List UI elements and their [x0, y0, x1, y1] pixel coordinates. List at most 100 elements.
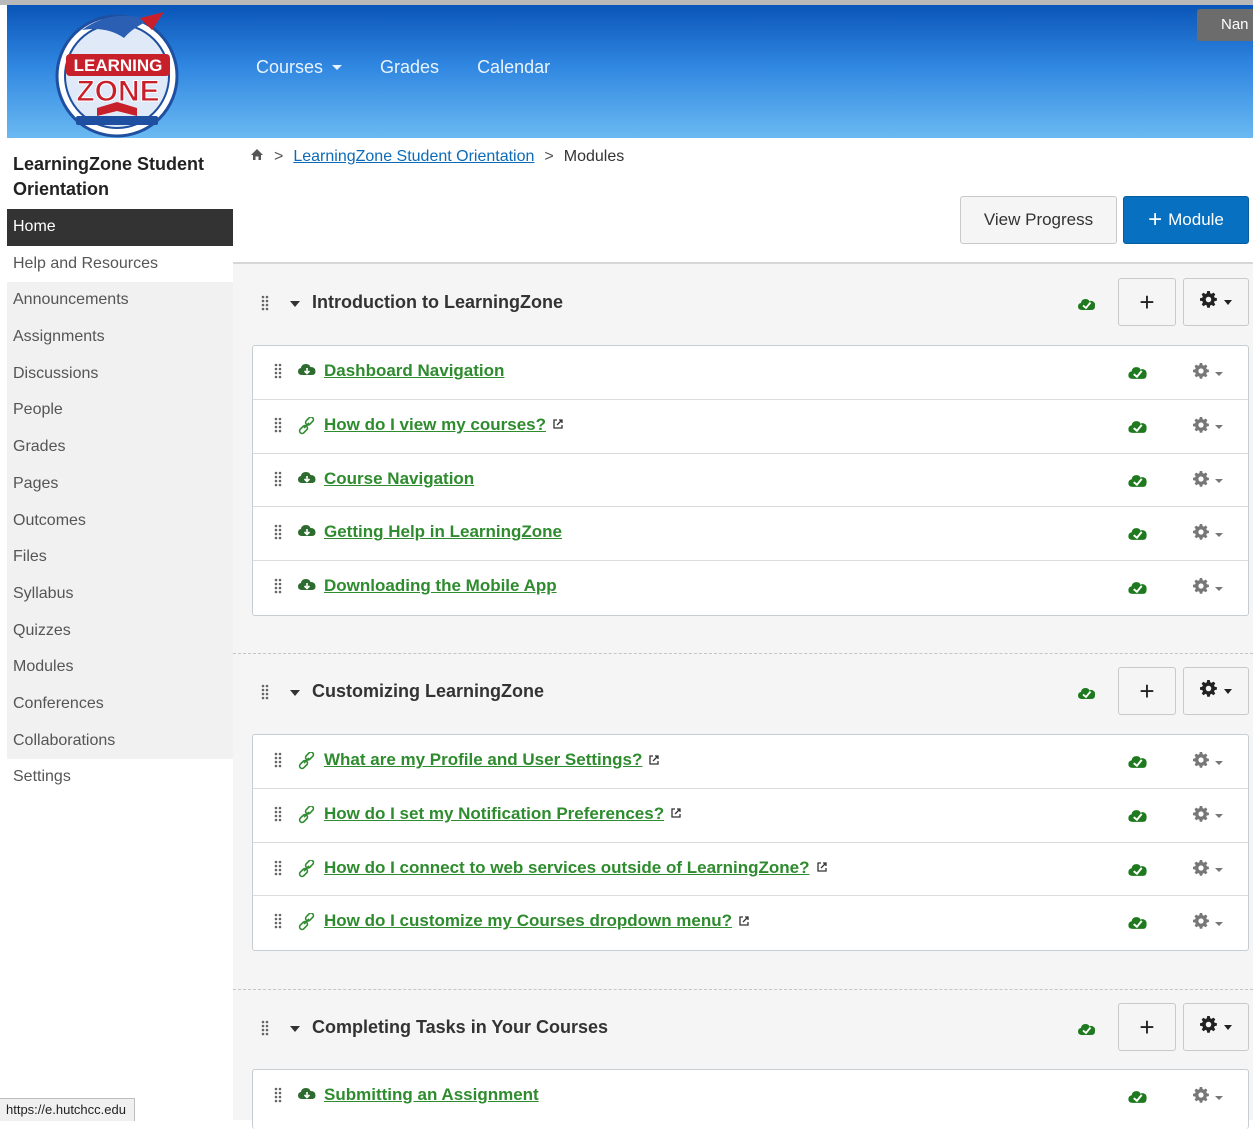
drag-handle-icon[interactable] [274, 806, 282, 827]
chevron-down-icon [1224, 299, 1232, 305]
nav-calendar[interactable]: Calendar [477, 57, 550, 78]
add-item-button[interactable]: + [1118, 1003, 1176, 1051]
published-check-icon[interactable] [1128, 754, 1148, 774]
external-link-icon [552, 415, 564, 435]
module-item-link[interactable]: How do I view my courses? [324, 415, 564, 436]
item-settings-button[interactable] [1193, 524, 1223, 545]
user-menu-tab[interactable]: Nan [1197, 9, 1253, 41]
module-item-label: Course Navigation [324, 468, 475, 488]
sidebar-item-syllabus[interactable]: Syllabus [7, 575, 233, 613]
chevron-down-icon [1215, 479, 1223, 484]
published-check-icon[interactable] [1128, 808, 1148, 828]
drag-handle-icon[interactable] [274, 913, 282, 934]
published-check-icon[interactable] [1128, 526, 1148, 546]
drag-handle-icon[interactable] [261, 684, 269, 705]
drag-handle-icon[interactable] [261, 295, 269, 316]
published-check-icon[interactable] [1078, 297, 1096, 316]
learningzone-logo[interactable]: LEARNING ZONE [52, 8, 182, 138]
nav-courses[interactable]: Courses [256, 57, 343, 78]
module-title[interactable]: Customizing LearningZone [312, 681, 544, 702]
sidebar-item-conferences[interactable]: Conferences [7, 685, 233, 723]
module-item-link[interactable]: Downloading the Mobile App [324, 576, 557, 596]
module-item-label: Getting Help in LearningZone [324, 522, 562, 542]
published-check-icon[interactable] [1128, 862, 1148, 882]
sidebar-item-discussions[interactable]: Discussions [7, 355, 233, 393]
published-check-icon[interactable] [1128, 580, 1148, 600]
module-title[interactable]: Completing Tasks in Your Courses [312, 1017, 608, 1038]
module-settings-button[interactable] [1183, 667, 1249, 715]
view-progress-label: View Progress [983, 210, 1094, 229]
drag-handle-icon[interactable] [274, 417, 282, 438]
gear-icon [1200, 680, 1217, 702]
collapse-toggle-icon[interactable] [290, 1026, 300, 1032]
sidebar-item-modules[interactable]: Modules [7, 649, 233, 686]
module-item-label: Downloading the Mobile App [324, 576, 557, 596]
drag-handle-icon[interactable] [274, 1087, 282, 1108]
user-name: Nan [1221, 16, 1249, 33]
nav-grades[interactable]: Grades [380, 57, 439, 78]
sidebar-item-outcomes[interactable]: Outcomes [7, 502, 233, 540]
item-settings-button[interactable] [1193, 1087, 1223, 1108]
published-check-icon[interactable] [1078, 1022, 1096, 1041]
sidebar-item-assignments[interactable]: Assignments [7, 319, 233, 356]
link-icon [297, 416, 317, 440]
collapse-toggle-icon[interactable] [290, 301, 300, 307]
module-item-link[interactable]: Getting Help in LearningZone [324, 522, 562, 542]
drag-handle-icon[interactable] [274, 363, 282, 384]
course-title[interactable]: LearningZone Student Orientation [7, 138, 233, 199]
view-progress-button[interactable]: View Progress [960, 196, 1117, 244]
module-item-link[interactable]: Dashboard Navigation [324, 361, 504, 381]
sidebar-item-grades[interactable]: Grades [7, 429, 233, 466]
module-item-link[interactable]: How do I customize my Courses dropdown m… [324, 911, 750, 932]
sidebar-item-announcements[interactable]: Announcements [7, 282, 233, 320]
gear-icon [1193, 416, 1209, 438]
item-settings-button[interactable] [1193, 578, 1223, 599]
published-check-icon[interactable] [1128, 419, 1148, 439]
drag-handle-icon[interactable] [274, 471, 282, 492]
svg-text:LEARNING: LEARNING [74, 56, 163, 75]
published-check-icon[interactable] [1128, 1089, 1148, 1109]
published-check-icon[interactable] [1128, 365, 1148, 385]
drag-handle-icon[interactable] [261, 1020, 269, 1041]
sidebar-item-people[interactable]: People [7, 392, 233, 430]
sidebar-item-settings[interactable]: Settings [7, 759, 233, 796]
item-settings-button[interactable] [1193, 470, 1223, 492]
drag-handle-icon[interactable] [274, 752, 282, 773]
drag-handle-icon[interactable] [274, 860, 282, 881]
drag-handle-icon[interactable] [274, 578, 282, 599]
sidebar-item-quizzes[interactable]: Quizzes [7, 612, 233, 650]
item-settings-button[interactable] [1193, 363, 1223, 384]
module-item-row: How do I set my Notification Preferences… [253, 789, 1248, 843]
sidebar-item-pages[interactable]: Pages [7, 465, 233, 503]
module-settings-button[interactable] [1183, 278, 1249, 326]
module-item-link[interactable]: Submitting an Assignment [324, 1085, 539, 1105]
sidebar-item-help-and-resources[interactable]: Help and Resources [7, 245, 233, 283]
module-settings-button[interactable] [1183, 1003, 1249, 1051]
published-check-icon[interactable] [1128, 915, 1148, 935]
breadcrumb-course-link[interactable]: LearningZone Student Orientation [293, 148, 534, 166]
sidebar-item-collaborations[interactable]: Collaborations [7, 722, 233, 760]
published-check-icon[interactable] [1078, 686, 1096, 705]
item-settings-button[interactable] [1193, 416, 1223, 438]
add-item-button[interactable]: + [1118, 278, 1176, 326]
sidebar-item-files[interactable]: Files [7, 539, 233, 576]
module-item-link[interactable]: How do I connect to web services outside… [324, 858, 828, 879]
module-title[interactable]: Introduction to LearningZone [312, 292, 563, 313]
add-item-button[interactable]: + [1118, 667, 1176, 715]
cloud-download-icon [297, 363, 317, 384]
module-item-link[interactable]: Course Navigation [324, 469, 474, 489]
add-module-label: Module [1168, 210, 1224, 229]
collapse-toggle-icon[interactable] [290, 690, 300, 696]
drag-handle-icon[interactable] [274, 524, 282, 545]
published-check-icon[interactable] [1128, 473, 1148, 493]
home-icon[interactable] [250, 148, 264, 166]
item-settings-button[interactable] [1193, 859, 1223, 881]
item-settings-button[interactable] [1193, 913, 1223, 934]
cloud-download-icon [297, 578, 317, 599]
sidebar-item-home[interactable]: Home [7, 209, 233, 246]
module-item-link[interactable]: What are my Profile and User Settings? [324, 750, 660, 771]
add-module-button[interactable]: + Module [1123, 196, 1249, 244]
item-settings-button[interactable] [1193, 752, 1223, 773]
item-settings-button[interactable] [1193, 805, 1223, 827]
module-item-link[interactable]: How do I set my Notification Preferences… [324, 804, 682, 825]
